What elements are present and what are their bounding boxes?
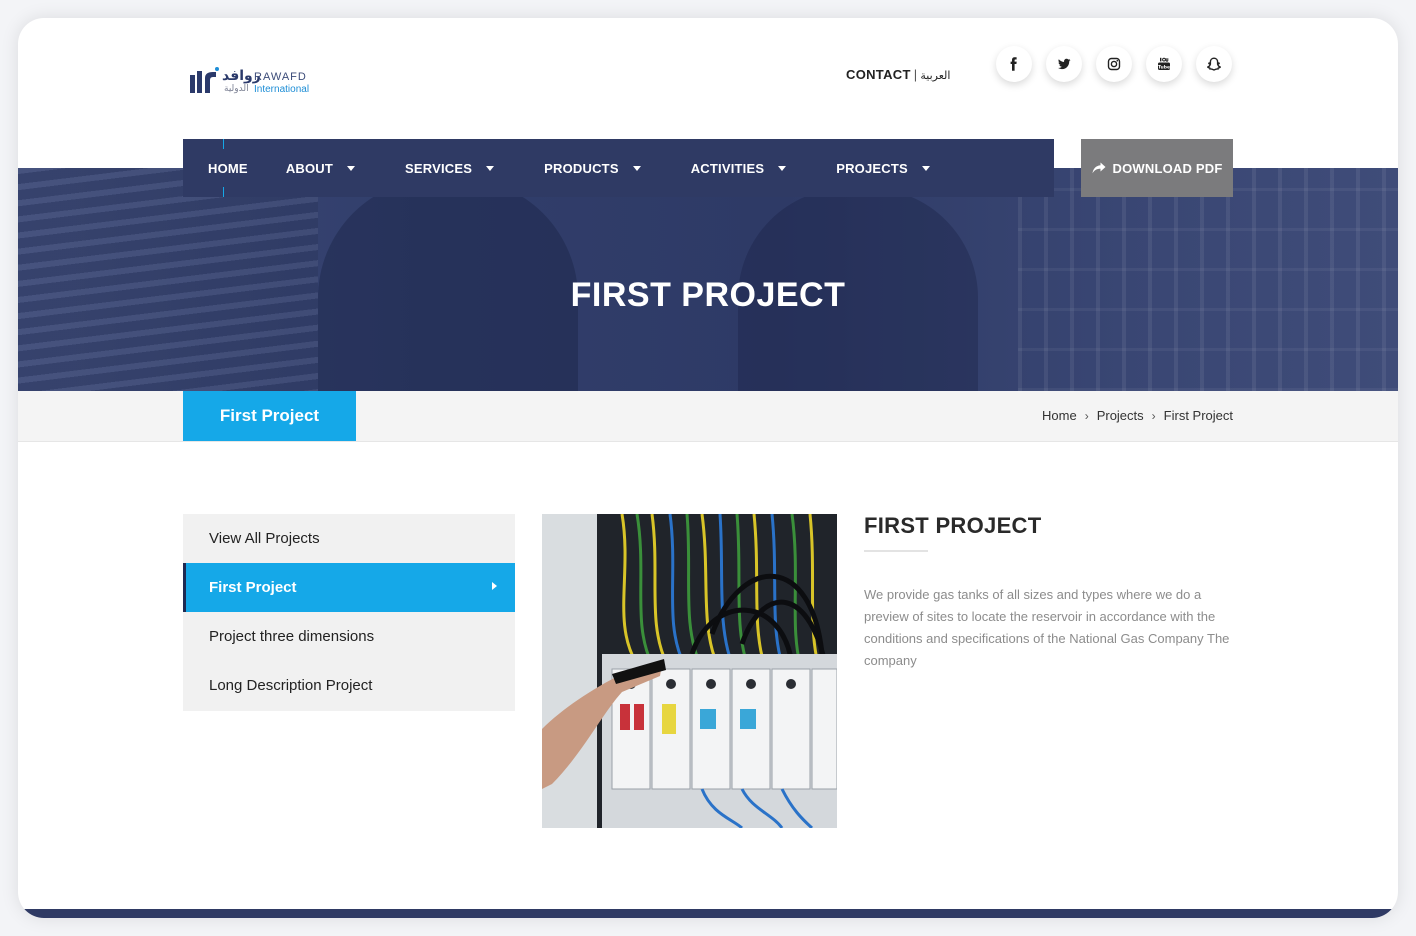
- instagram-icon: [1107, 57, 1121, 71]
- chevron-right-icon: ›: [1084, 408, 1089, 423]
- nav-item-products-label: PRODUCTS: [544, 160, 619, 176]
- top-links-separator: |: [913, 67, 918, 82]
- current-page-tab: First Project: [183, 391, 356, 441]
- caret-down-icon: [921, 165, 930, 171]
- chevron-right-icon: ›: [1151, 408, 1156, 423]
- sidebar-item-label: First Project: [209, 579, 297, 596]
- hero-title: FIRST PROJECT: [570, 276, 846, 314]
- snapchat-icon: [1207, 57, 1221, 71]
- breadcrumb-projects-link[interactable]: Projects: [1097, 408, 1144, 423]
- breadcrumb: Home › Projects › First Project: [1042, 408, 1233, 423]
- nav-item-about[interactable]: ABOUT: [264, 139, 383, 197]
- title-divider: [864, 550, 928, 552]
- nav-item-home-label: HOME: [208, 160, 248, 176]
- snapchat-button[interactable]: [1196, 46, 1232, 82]
- electrical-panel-image: [542, 514, 837, 828]
- sidebar-item-label: View All Projects: [209, 530, 320, 547]
- breadcrumb-home-link[interactable]: Home: [1042, 408, 1077, 423]
- content-description: We provide gas tanks of all sizes and ty…: [864, 587, 1230, 668]
- sidebar-item-first-project[interactable]: First Project: [183, 563, 515, 612]
- breadcrumb-current: First Project: [1163, 408, 1233, 423]
- sidebar-item-project-three-dimensions[interactable]: Project three dimensions: [183, 612, 515, 661]
- site-logo[interactable]: روافد RAWAFD الدولية International: [188, 66, 348, 100]
- nav-item-services[interactable]: SERVICES: [383, 139, 522, 197]
- nav-item-projects-label: PROJECTS: [836, 160, 908, 176]
- instagram-button[interactable]: [1096, 46, 1132, 82]
- caret-down-icon: [632, 165, 641, 171]
- facebook-icon: [1010, 57, 1017, 71]
- sidebar-item-long-description-project[interactable]: Long Description Project: [183, 661, 515, 710]
- sidebar-item-label: Long Description Project: [209, 677, 373, 694]
- twitter-icon: [1058, 58, 1071, 70]
- download-pdf-button[interactable]: DOWNLOAD PDF: [1081, 139, 1233, 197]
- nav-item-activities-label: ACTIVITIES: [690, 160, 765, 176]
- youtube-icon: Tube: [1158, 57, 1170, 71]
- arabic-language-link[interactable]: العربية: [920, 69, 950, 82]
- footer-strip: [18, 909, 1398, 918]
- download-pdf-label: DOWNLOAD PDF: [1112, 160, 1223, 176]
- nav-item-projects[interactable]: PROJECTS: [814, 139, 958, 197]
- social-links: Tube: [996, 46, 1232, 82]
- youtube-button[interactable]: Tube: [1146, 46, 1182, 82]
- top-links: CONTACT | العربية: [846, 67, 950, 82]
- content-title: FIRST PROJECT: [864, 513, 1042, 538]
- nav-item-home[interactable]: HOME: [183, 139, 264, 197]
- sidebar-item-view-all-projects[interactable]: View All Projects: [183, 514, 515, 563]
- caret-right-icon: [492, 582, 497, 590]
- caret-down-icon: [486, 165, 495, 171]
- share-arrow-icon: [1092, 162, 1105, 174]
- nav-item-services-label: SERVICES: [405, 160, 473, 176]
- logo-english-name: RAWAFD: [254, 71, 307, 83]
- main-nav: HOME ABOUT SERVICES PRODUCTS ACTIVITIES …: [183, 139, 1054, 197]
- caret-down-icon: [347, 165, 356, 171]
- nav-item-products[interactable]: PRODUCTS: [522, 139, 669, 197]
- facebook-button[interactable]: [996, 46, 1032, 82]
- nav-item-about-label: ABOUT: [285, 160, 334, 176]
- logo-arabic-sub: الدولية: [224, 84, 249, 94]
- page-card: روافد RAWAFD الدولية International CONTA…: [18, 18, 1398, 918]
- logo-mark-icon: [190, 67, 219, 93]
- nav-item-activities[interactable]: ACTIVITIES: [669, 139, 815, 197]
- logo-english-sub: International: [254, 84, 310, 95]
- projects-sidebar: View All Projects First Project Project …: [183, 514, 515, 711]
- svg-text:Tube: Tube: [1158, 65, 1170, 71]
- sidebar-item-label: Project three dimensions: [209, 628, 375, 645]
- contact-link[interactable]: CONTACT: [846, 67, 911, 82]
- project-photo: [542, 514, 837, 828]
- twitter-button[interactable]: [1046, 46, 1082, 82]
- caret-down-icon: [778, 165, 787, 171]
